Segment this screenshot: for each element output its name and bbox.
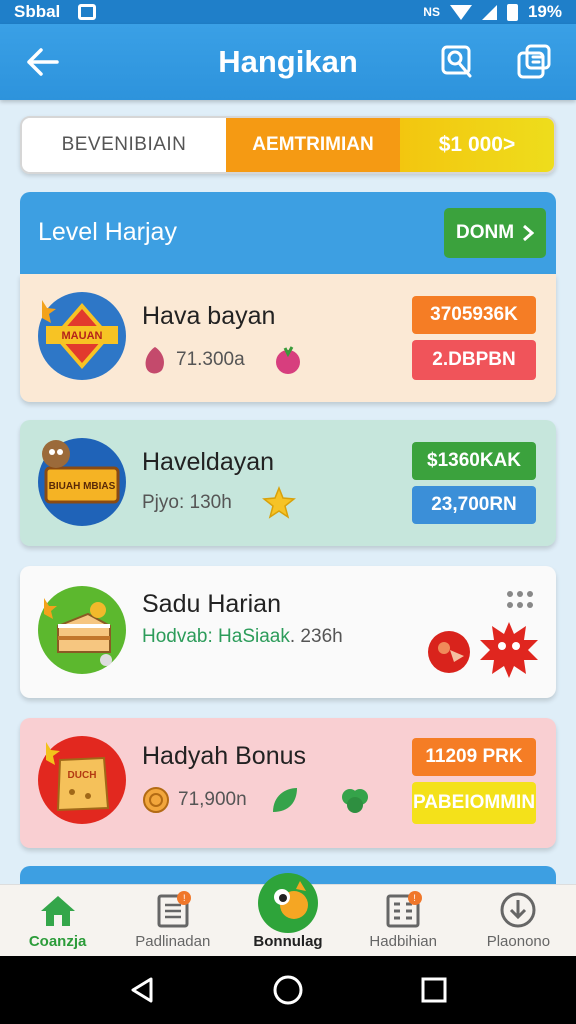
recents-square-icon[interactable] bbox=[419, 975, 449, 1005]
card-value-pill: $1360KAK bbox=[412, 442, 536, 480]
badge-icon: MAUAN bbox=[38, 292, 126, 380]
nav-item-grid[interactable]: ! Hadbihian bbox=[346, 885, 461, 956]
bag-icon: DUCH bbox=[38, 736, 126, 824]
nav-label: Coanzja bbox=[28, 933, 87, 950]
data-icon: NS bbox=[423, 5, 440, 19]
nav-label: Bonnulag bbox=[253, 933, 323, 950]
share-button[interactable] bbox=[512, 40, 556, 84]
card-action-pill[interactable]: PABEIOMMIN bbox=[412, 782, 536, 824]
card-subtitle-value: 71.300a bbox=[176, 349, 245, 370]
treasure-icon: BIUAH MBIAS bbox=[38, 438, 126, 526]
bonus-icon bbox=[258, 873, 318, 933]
radish-icon bbox=[275, 346, 300, 374]
back-arrow-icon bbox=[27, 48, 59, 76]
share-icon bbox=[517, 44, 551, 79]
card-subtitle-grey: . 236h bbox=[289, 626, 343, 647]
carrier-label: Sbbal bbox=[14, 2, 61, 21]
reward-card-2[interactable]: BIUAH MBIAS Haveldayan Pjyo: 130h $1360K… bbox=[20, 420, 556, 546]
signal-icon bbox=[481, 4, 497, 20]
battery-icon bbox=[506, 3, 518, 21]
nav-item-home[interactable]: Coanzja bbox=[0, 885, 115, 956]
level-title: Level Harjay bbox=[38, 218, 177, 246]
nav-item-bonus[interactable]: Bonnulag bbox=[230, 873, 345, 956]
home-icon bbox=[40, 896, 75, 926]
card-subtitle: Hodvab: HaSiaak . 236h bbox=[142, 626, 343, 648]
spiky-icon bbox=[480, 622, 538, 678]
segment-tab-3[interactable]: $1 000> bbox=[400, 118, 554, 172]
back-triangle-icon[interactable] bbox=[127, 975, 157, 1005]
ornament-icon bbox=[428, 631, 470, 673]
app-bar: Hangikan bbox=[0, 24, 576, 100]
card-title: Sadu Harian bbox=[142, 590, 281, 618]
search-icon bbox=[441, 45, 472, 78]
card-value-pill: 3705936K bbox=[412, 296, 536, 334]
coin-icon bbox=[143, 787, 169, 813]
more-dots-icon[interactable] bbox=[506, 590, 534, 610]
battery-percent: 19% bbox=[527, 2, 562, 21]
segment-tab-2[interactable]: AEMTRIMIAN bbox=[226, 118, 400, 172]
gem-icon bbox=[145, 347, 164, 374]
card-action-pill[interactable]: 23,700RN bbox=[412, 486, 536, 524]
clover-icon bbox=[341, 789, 368, 813]
segment-tab-1[interactable]: BEVENIBIAIN bbox=[22, 118, 226, 172]
bottom-nav: Coanzja ! Padlinadan Bonnulag ! Hadbihia… bbox=[0, 873, 576, 956]
status-bar: Sbbal NS 19% bbox=[0, 0, 576, 24]
segment-bar: BEVENIBIAIN AEMTRIMIAN $1 000> bbox=[20, 116, 556, 174]
card-action-pill[interactable]: 2.DBPBN bbox=[412, 340, 536, 380]
nav-label: Plaonono bbox=[486, 933, 551, 950]
nav-label: Padlinadan bbox=[135, 933, 211, 950]
reward-card-3[interactable]: Sadu Harian Hodvab: HaSiaak . 236h bbox=[20, 566, 556, 698]
star-icon bbox=[261, 486, 296, 519]
wifi-icon bbox=[449, 4, 472, 20]
card-title: Haveldayan bbox=[142, 448, 275, 476]
level-header: Level Harjay DONM bbox=[20, 192, 556, 276]
chevron-right-icon bbox=[523, 224, 535, 242]
card-subtitle-value: Pjyo: 130h bbox=[142, 492, 232, 513]
nav-item-documents[interactable]: ! Padlinadan bbox=[115, 885, 230, 956]
level-action-label: DONM bbox=[455, 222, 515, 243]
card-title: Hadyah Bonus bbox=[142, 742, 307, 770]
card-subtitle-green: Hodvab: HaSiaak bbox=[142, 626, 290, 647]
search-button[interactable] bbox=[436, 40, 480, 84]
bag-icon-text: DUCH bbox=[68, 770, 97, 781]
download-icon bbox=[500, 892, 536, 928]
treasure-icon-text: BIUAH MBIAS bbox=[49, 481, 116, 492]
card-title: Hava bayan bbox=[142, 302, 276, 330]
home-circle-icon[interactable] bbox=[271, 973, 305, 1007]
system-nav-bar bbox=[0, 956, 576, 1024]
cake-icon bbox=[38, 586, 126, 674]
card-subtitle-value: 71,900n bbox=[178, 789, 247, 810]
reward-card-4[interactable]: DUCH Hadyah Bonus 71,900n 11209 PRK PABE… bbox=[20, 718, 556, 848]
level-action-button[interactable]: DONM bbox=[444, 208, 546, 258]
page-title: Hangikan bbox=[218, 44, 358, 79]
leaf-icon bbox=[272, 788, 297, 812]
reward-card-1[interactable]: MAUAN Hava bayan 71.300a 3705936K 2.DBPB… bbox=[20, 274, 556, 402]
nav-item-download[interactable]: Plaonono bbox=[461, 885, 576, 956]
card-subtitle: 71,900n bbox=[142, 784, 371, 816]
notification-badge: ! bbox=[407, 891, 422, 905]
nav-label: Hadbihian bbox=[369, 933, 437, 950]
card-subtitle: Pjyo: 130h bbox=[142, 486, 296, 520]
card-value-pill: 11209 PRK bbox=[412, 738, 536, 776]
screenshot-icon bbox=[78, 4, 97, 20]
back-button[interactable] bbox=[20, 40, 64, 84]
badge-icon-text: MAUAN bbox=[62, 330, 103, 342]
card-subtitle: 71.300a bbox=[142, 344, 303, 376]
